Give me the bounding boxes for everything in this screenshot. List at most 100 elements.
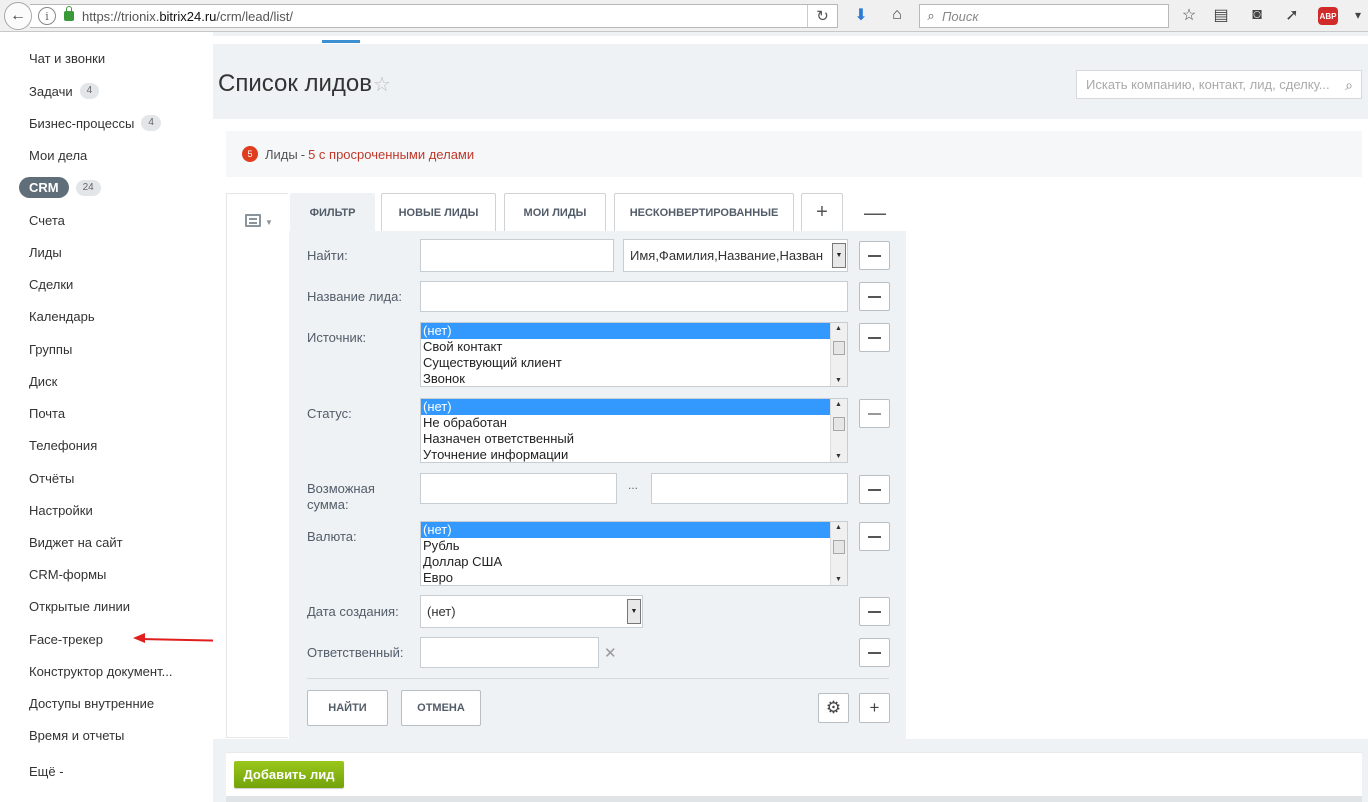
favorite-star-icon[interactable]: ☆ [373, 72, 391, 97]
menu-item-disk[interactable]: Диск [29, 371, 57, 391]
scroll-down-icon[interactable]: ▼ [835, 576, 842, 583]
status-option[interactable]: Не обработан [421, 415, 830, 431]
menu-item-internal-access[interactable]: Доступы внутренние [29, 693, 154, 713]
currency-option[interactable]: Евро [421, 570, 830, 585]
scrollbar[interactable]: ▲ ▼ [830, 522, 847, 585]
add-tab-button[interactable]: + [801, 193, 843, 231]
currency-option[interactable]: (нет) [421, 522, 830, 538]
tab-unconverted[interactable]: Несконвертированные [614, 193, 794, 231]
find-input[interactable] [420, 239, 614, 272]
created-date-select[interactable]: (нет) ▼ [420, 595, 643, 628]
home-icon[interactable]: ⌂ [887, 5, 907, 25]
menu-item-tasks[interactable]: Задачи 4 [29, 81, 100, 101]
menu-item-calendar[interactable]: Календарь [29, 306, 95, 326]
tab-my-leads[interactable]: Мои лиды [504, 193, 606, 231]
amount-from-input[interactable] [420, 473, 617, 504]
reading-list-icon[interactable]: ▤ [1211, 5, 1231, 25]
scroll-down-icon[interactable]: ▼ [835, 377, 842, 384]
overdue-link[interactable]: 5 с просроченными делами [308, 147, 474, 162]
menu-item-reports[interactable]: Отчёты [29, 468, 74, 488]
remove-amount-field-button[interactable] [859, 475, 890, 504]
menu-item-my-activities[interactable]: Мои дела [29, 145, 87, 165]
collapse-filter-icon[interactable]: — [864, 200, 886, 226]
dropdown-arrow-icon[interactable]: ▼ [627, 599, 641, 624]
find-scope-select[interactable]: Имя,Фамилия,Название,Назван ▼ [623, 239, 848, 272]
cancel-button[interactable]: Отмена [401, 690, 481, 726]
responsible-input[interactable] [420, 637, 599, 668]
remove-find-field-button[interactable] [859, 241, 890, 270]
send-icon[interactable]: ➚ [1282, 5, 1302, 25]
bookmark-star-icon[interactable]: ☆ [1179, 5, 1199, 25]
search-icon[interactable]: ⌕ [1345, 77, 1353, 94]
scroll-up-icon[interactable]: ▲ [835, 401, 842, 408]
currency-listbox[interactable]: (нет) Рубль Доллар США Евро ▲ ▼ [420, 521, 848, 586]
status-option[interactable]: Уточнение информации [421, 447, 830, 462]
lead-name-input[interactable] [420, 281, 848, 312]
remove-created-date-field-button[interactable] [859, 597, 890, 626]
caret-down-icon[interactable]: ▼ [265, 218, 273, 227]
menu-item-more[interactable]: Ещё - [29, 761, 64, 781]
menu-item-face-tracker[interactable]: Face-трекер [29, 629, 103, 649]
source-option[interactable]: Свой контакт [421, 339, 830, 355]
menu-item-doc-builder[interactable]: Конструктор документ... [29, 661, 172, 681]
remove-currency-field-button[interactable] [859, 522, 890, 551]
menu-item-crm-forms[interactable]: CRM-формы [29, 564, 106, 584]
reload-icon[interactable]: ↻ [807, 5, 837, 27]
scroll-down-icon[interactable]: ▼ [835, 453, 842, 460]
adblock-icon[interactable]: ABP [1318, 7, 1338, 25]
amount-to-input[interactable] [651, 473, 848, 504]
menu-item-groups[interactable]: Группы [29, 339, 72, 359]
global-search-input[interactable]: Искать компанию, контакт, лид, сделку...… [1076, 70, 1362, 99]
source-option[interactable]: Существующий клиент [421, 355, 830, 371]
status-listbox[interactable]: (нет) Не обработан Назначен ответственны… [420, 398, 848, 463]
scroll-up-icon[interactable]: ▲ [835, 325, 842, 332]
tab-filter[interactable]: Фильтр [290, 193, 375, 231]
minus-icon [868, 412, 881, 415]
remove-source-field-button[interactable] [859, 323, 890, 352]
menu-item-invoices[interactable]: Счета [29, 210, 65, 230]
browser-search-input[interactable]: ⌕ Поиск [919, 4, 1169, 28]
menu-item-mail[interactable]: Почта [29, 403, 65, 423]
menu-item-time-reports[interactable]: Время и отчеты [29, 725, 124, 745]
back-button[interactable]: ← [4, 2, 32, 30]
remove-lead-name-field-button[interactable] [859, 282, 890, 311]
source-listbox[interactable]: (нет) Свой контакт Существующий клиент З… [420, 322, 848, 387]
menu-item-open-lines[interactable]: Открытые линии [29, 596, 130, 616]
scroll-thumb[interactable] [833, 417, 845, 431]
add-field-button[interactable]: + [859, 693, 890, 723]
source-option[interactable]: (нет) [421, 323, 830, 339]
menu-item-crm[interactable]: CRM 24 [19, 177, 101, 198]
status-option[interactable]: Назначен ответственный [421, 431, 830, 447]
address-bar[interactable]: i https://trionix.bitrix24.ru/crm/lead/l… [30, 4, 838, 28]
source-option[interactable]: Звонок [421, 371, 830, 386]
menu-item-chat[interactable]: Чат и звонки [29, 48, 105, 68]
remove-status-field-button[interactable] [859, 399, 890, 428]
scrollbar[interactable]: ▲ ▼ [830, 323, 847, 386]
add-lead-button[interactable]: Добавить лид [234, 761, 344, 788]
menu-item-bizproc[interactable]: Бизнес-процессы 4 [29, 113, 161, 133]
menu-item-leads[interactable]: Лиды [29, 242, 62, 262]
url-text[interactable]: https://trionix.bitrix24.ru/crm/lead/lis… [82, 9, 293, 24]
dropdown-arrow-icon[interactable]: ▼ [832, 243, 846, 268]
status-option[interactable]: (нет) [421, 399, 830, 415]
scrollbar[interactable]: ▲ ▼ [830, 399, 847, 462]
filter-settings-button[interactable]: ⚙ [818, 693, 849, 723]
menu-item-deals[interactable]: Сделки [29, 274, 73, 294]
scroll-up-icon[interactable]: ▲ [835, 524, 842, 531]
menu-overflow-icon[interactable]: ▾ [1348, 5, 1368, 25]
menu-item-telephony[interactable]: Телефония [29, 435, 97, 455]
menu-item-site-widget[interactable]: Виджет на сайт [29, 532, 123, 552]
tab-new-leads[interactable]: Новые лиды [381, 193, 496, 231]
info-icon[interactable]: i [38, 7, 56, 25]
scroll-thumb[interactable] [833, 540, 845, 554]
currency-option[interactable]: Доллар США [421, 554, 830, 570]
list-view-icon[interactable] [245, 214, 261, 227]
pocket-icon[interactable]: ◙ [1247, 5, 1267, 25]
clear-icon[interactable]: ✕ [604, 644, 617, 662]
download-icon[interactable]: ⬇ [851, 5, 871, 25]
remove-responsible-field-button[interactable] [859, 638, 890, 667]
scroll-thumb[interactable] [833, 341, 845, 355]
currency-option[interactable]: Рубль [421, 538, 830, 554]
menu-item-settings[interactable]: Настройки [29, 500, 93, 520]
find-button[interactable]: Найти [307, 690, 388, 726]
